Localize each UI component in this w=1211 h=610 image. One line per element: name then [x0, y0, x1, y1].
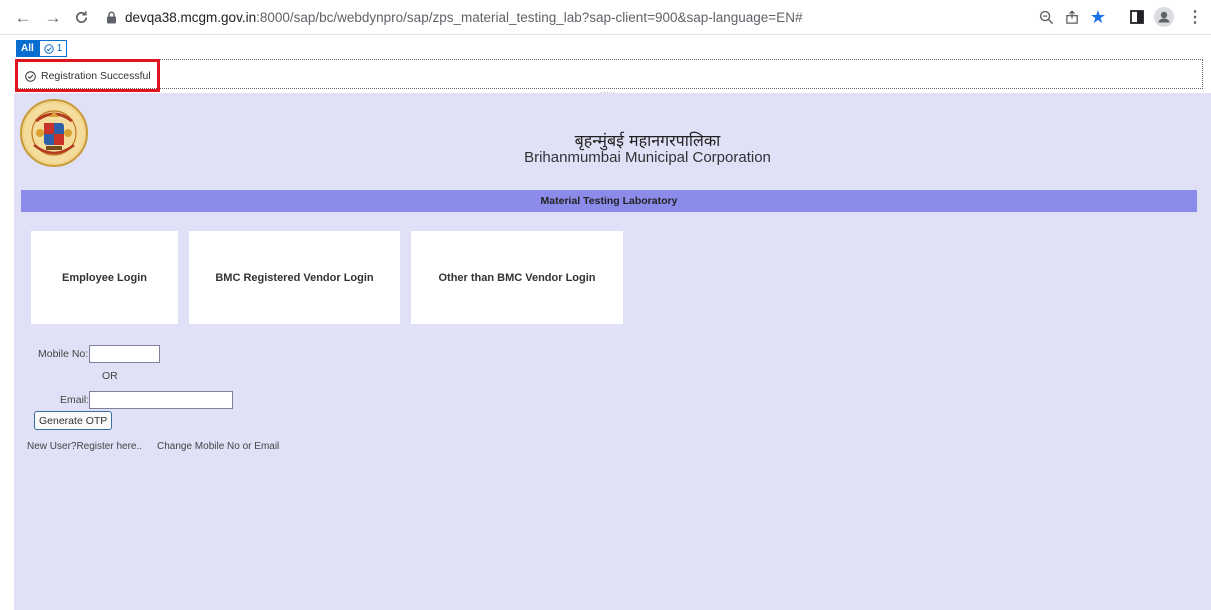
app-container: बृहन्मुंबई महानगरपालिका Brihanmumbai Mun…: [14, 93, 1211, 610]
share-icon[interactable]: [1062, 7, 1082, 27]
lock-icon[interactable]: [106, 11, 117, 24]
back-arrow-icon[interactable]: ←: [12, 6, 34, 28]
generate-otp-button[interactable]: Generate OTP: [34, 411, 113, 430]
tab-all-messages[interactable]: All: [16, 40, 39, 57]
zoom-icon[interactable]: [1036, 7, 1056, 27]
url-text[interactable]: devqa38.mcgm.gov.in:8000/sap/bc/webdynpr…: [125, 10, 802, 25]
message-strip: [16, 59, 1203, 89]
reload-icon[interactable]: [70, 6, 92, 28]
message-filter-tabs: All 1: [16, 40, 68, 58]
other-vendor-login-label: Other than BMC Vendor Login: [438, 271, 596, 284]
section-band: Material Testing Laboratory: [21, 190, 1197, 212]
change-mobile-email-link[interactable]: Change Mobile No or Email: [157, 441, 279, 452]
title-hindi: बृहन्मुंबई महानगरपालिका: [574, 131, 721, 150]
employee-login-label: Employee Login: [62, 271, 147, 284]
register-link[interactable]: New User?Register here..: [27, 441, 142, 452]
url-path: :8000/sap/bc/webdynpro/sap/zps_material_…: [256, 9, 803, 25]
menu-dots-icon[interactable]: ⋮: [1185, 7, 1205, 27]
tab-success-messages[interactable]: 1: [38, 40, 68, 57]
bmc-vendor-login-label: BMC Registered Vendor Login: [215, 271, 374, 284]
mobile-label: Mobile No:: [38, 348, 89, 360]
address-bar[interactable]: devqa38.mcgm.gov.in:8000/sap/bc/webdynpr…: [100, 4, 1110, 30]
mobile-input[interactable]: [89, 345, 160, 363]
check-circle-icon: [44, 43, 54, 54]
profile-avatar-icon[interactable]: [1154, 7, 1174, 27]
section-title: Material Testing Laboratory: [540, 195, 678, 207]
other-vendor-login-tile[interactable]: Other than BMC Vendor Login: [411, 231, 623, 324]
success-count: 1: [56, 43, 63, 54]
email-label: Email:: [60, 394, 90, 406]
forward-arrow-icon[interactable]: →: [42, 6, 64, 28]
star-bookmark-icon[interactable]: ★: [1088, 7, 1108, 27]
or-separator: OR: [102, 370, 118, 382]
side-panel-icon[interactable]: [1127, 7, 1147, 27]
url-host: devqa38.mcgm.gov.in: [125, 9, 257, 25]
email-input[interactable]: [89, 391, 233, 409]
message-highlight-box: [15, 59, 160, 92]
browser-toolbar: ← → devqa38.mcgm.gov.in:8000/sap/bc/webd…: [0, 0, 1211, 35]
bmc-vendor-login-tile[interactable]: BMC Registered Vendor Login: [189, 231, 400, 324]
employee-login-tile[interactable]: Employee Login: [31, 231, 178, 324]
title-english: Brihanmumbai Municipal Corporation: [524, 149, 771, 166]
